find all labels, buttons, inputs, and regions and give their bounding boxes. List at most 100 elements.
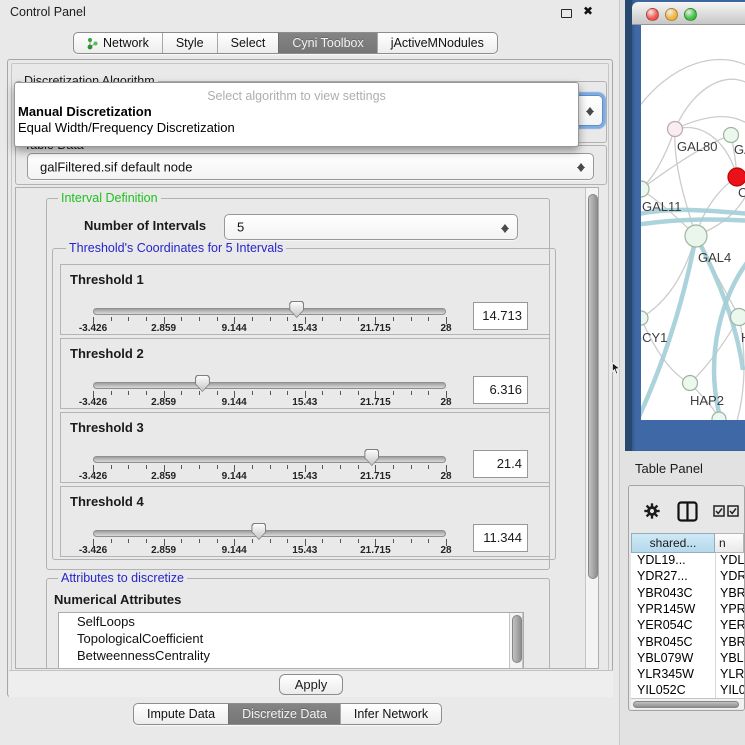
table-row[interactable]: YDR27...YDR2 <box>631 569 744 585</box>
tab-impute-data[interactable]: Impute Data <box>134 704 228 724</box>
interval-definition-title: Interval Definition <box>58 191 161 205</box>
attribute-item-topologicalcoefficient[interactable]: TopologicalCoefficient <box>59 630 523 647</box>
table-data-combobox[interactable]: galFiltered.sif default node <box>27 153 594 180</box>
network-node[interactable] <box>728 168 745 186</box>
gear-icon[interactable] <box>643 502 661 520</box>
attribute-item-selfloops[interactable]: SelfLoops <box>59 613 523 630</box>
tab-cyni-toolbox[interactable]: Cyni Toolbox <box>278 33 376 53</box>
algorithm-option-manual-discretization[interactable]: Manual Discretization <box>18 104 152 119</box>
cell-name: YPR1 <box>720 602 744 616</box>
table-row[interactable]: YBR045CYBR0 <box>631 635 744 651</box>
slider-track[interactable] <box>93 308 446 315</box>
network-node[interactable] <box>724 128 739 143</box>
network-node[interactable] <box>712 412 726 420</box>
table-row[interactable]: YPR145WYPR1 <box>631 602 744 618</box>
slider-tick <box>270 465 271 469</box>
window-float-icon[interactable] <box>561 9 572 18</box>
slider-tick <box>411 391 412 395</box>
network-node[interactable] <box>641 311 648 325</box>
window-close-icon[interactable]: ✖ <box>583 4 593 18</box>
threshold-value-field[interactable]: 14.713 <box>473 302 528 330</box>
checkbox-checked-icon[interactable] <box>713 505 725 517</box>
apply-button[interactable]: Apply <box>279 674 343 695</box>
slider-tick <box>181 539 182 543</box>
slider-thumb[interactable] <box>195 375 210 392</box>
network-edge <box>641 236 696 420</box>
slider-tick-label: 2.859 <box>140 323 188 334</box>
checkbox-checked-icon[interactable] <box>727 505 739 517</box>
algorithm-dropdown-popup: Select algorithm to view settings Manual… <box>14 82 579 147</box>
number-of-intervals-combobox[interactable]: 5 <box>224 214 518 240</box>
tab-style[interactable]: Style <box>162 33 217 53</box>
settings-scrollbar-thumb[interactable] <box>588 194 598 579</box>
slider-tick <box>111 317 112 321</box>
slider-tick <box>111 391 112 395</box>
cell-shared-name: YER054C <box>637 618 693 632</box>
tab-jactivemnodules[interactable]: jActiveMNodules <box>377 33 497 53</box>
algorithm-option-equal-width-frequency-discretization[interactable]: Equal Width/Frequency Discretization <box>18 120 235 135</box>
tab-select[interactable]: Select <box>217 33 279 53</box>
slider-tick <box>270 391 271 395</box>
network-edge <box>641 60 745 115</box>
slider-tick <box>217 317 218 321</box>
column-header-name[interactable]: n <box>715 533 744 553</box>
network-node[interactable] <box>685 225 707 247</box>
attribute-item-betweennesscentrality[interactable]: BetweennessCentrality <box>59 647 523 664</box>
control-panel-window: Control Panel ✖ NetworkStyleSelectCyni T… <box>0 0 620 745</box>
table-row[interactable]: YDL19...YDL1 <box>631 553 744 569</box>
columns-icon[interactable] <box>677 501 698 522</box>
network-window-titlebar[interactable] <box>632 2 745 25</box>
network-canvas[interactable]: GAL80GACGAL11GAL4GCY1HHAP2 <box>641 25 745 420</box>
slider-tick-label: 2.859 <box>140 545 188 556</box>
attributes-list-scrollbar[interactable] <box>509 613 523 669</box>
tab-discretize-data[interactable]: Discretize Data <box>228 704 340 724</box>
zoom-traffic-light-icon[interactable] <box>684 8 697 21</box>
table-row[interactable]: YIL052CYIL0 <box>631 683 744 698</box>
mouse-cursor-icon <box>611 362 622 375</box>
cell-shared-name: YDR27... <box>637 569 688 583</box>
slider-tick <box>358 465 359 469</box>
network-node[interactable] <box>668 122 683 137</box>
slider-tick-label: -3.426 <box>69 397 117 408</box>
network-node[interactable] <box>731 309 745 326</box>
tab-label: Style <box>176 33 204 54</box>
apply-row: Apply <box>9 670 613 697</box>
slider-track[interactable] <box>93 456 446 463</box>
slider-tick <box>322 539 323 543</box>
settings-vertical-scrollbar[interactable] <box>585 188 599 669</box>
algorithm-placeholder-option[interactable]: Select algorithm to view settings <box>15 89 578 103</box>
slider-tick <box>428 465 429 469</box>
table-row[interactable]: YLR345WYLR3 <box>631 667 744 683</box>
table-panel-title: Table Panel <box>635 461 703 476</box>
close-traffic-light-icon[interactable] <box>646 8 659 21</box>
table-row[interactable]: YBL079WYBL0 <box>631 651 744 667</box>
slider-tick-label: 15.43 <box>281 323 329 334</box>
node-label-ga: GA <box>734 142 745 157</box>
thresholds-group-title: Threshold's Coordinates for 5 Intervals <box>66 241 286 255</box>
slider-thumb[interactable] <box>251 523 266 540</box>
slider-thumb[interactable] <box>364 449 379 466</box>
network-node[interactable] <box>683 376 698 391</box>
slider-tick <box>428 317 429 321</box>
tab-infer-network[interactable]: Infer Network <box>340 704 441 724</box>
slider-tick-label: 28 <box>422 471 470 482</box>
slider-tick <box>270 539 271 543</box>
column-header-shared-name[interactable]: shared... <box>631 533 715 553</box>
table-horizontal-scrollbar[interactable] <box>631 698 744 709</box>
attributes-scrollbar-thumb[interactable] <box>512 615 522 663</box>
threshold-value-field[interactable]: 6.316 <box>473 376 528 404</box>
slider-thumb[interactable] <box>289 301 304 318</box>
minimize-traffic-light-icon[interactable] <box>665 8 678 21</box>
threshold-value-field[interactable]: 21.4 <box>473 450 528 478</box>
threshold-value-field[interactable]: 11.344 <box>473 524 528 552</box>
table-row[interactable]: YBR043CYBR0 <box>631 586 744 602</box>
slider-tick <box>181 465 182 469</box>
slider-tick-label: 2.859 <box>140 471 188 482</box>
slider-track[interactable] <box>93 382 446 389</box>
tab-network[interactable]: Network <box>74 33 162 53</box>
table-hscrollbar-thumb[interactable] <box>633 701 739 708</box>
threshold-panel-2: Threshold 2-3.4262.8599.14415.4321.71528… <box>60 338 550 409</box>
table-row[interactable]: YER054CYER0 <box>631 618 744 634</box>
combo-arrows-icon <box>577 160 585 173</box>
slider-track[interactable] <box>93 530 446 537</box>
